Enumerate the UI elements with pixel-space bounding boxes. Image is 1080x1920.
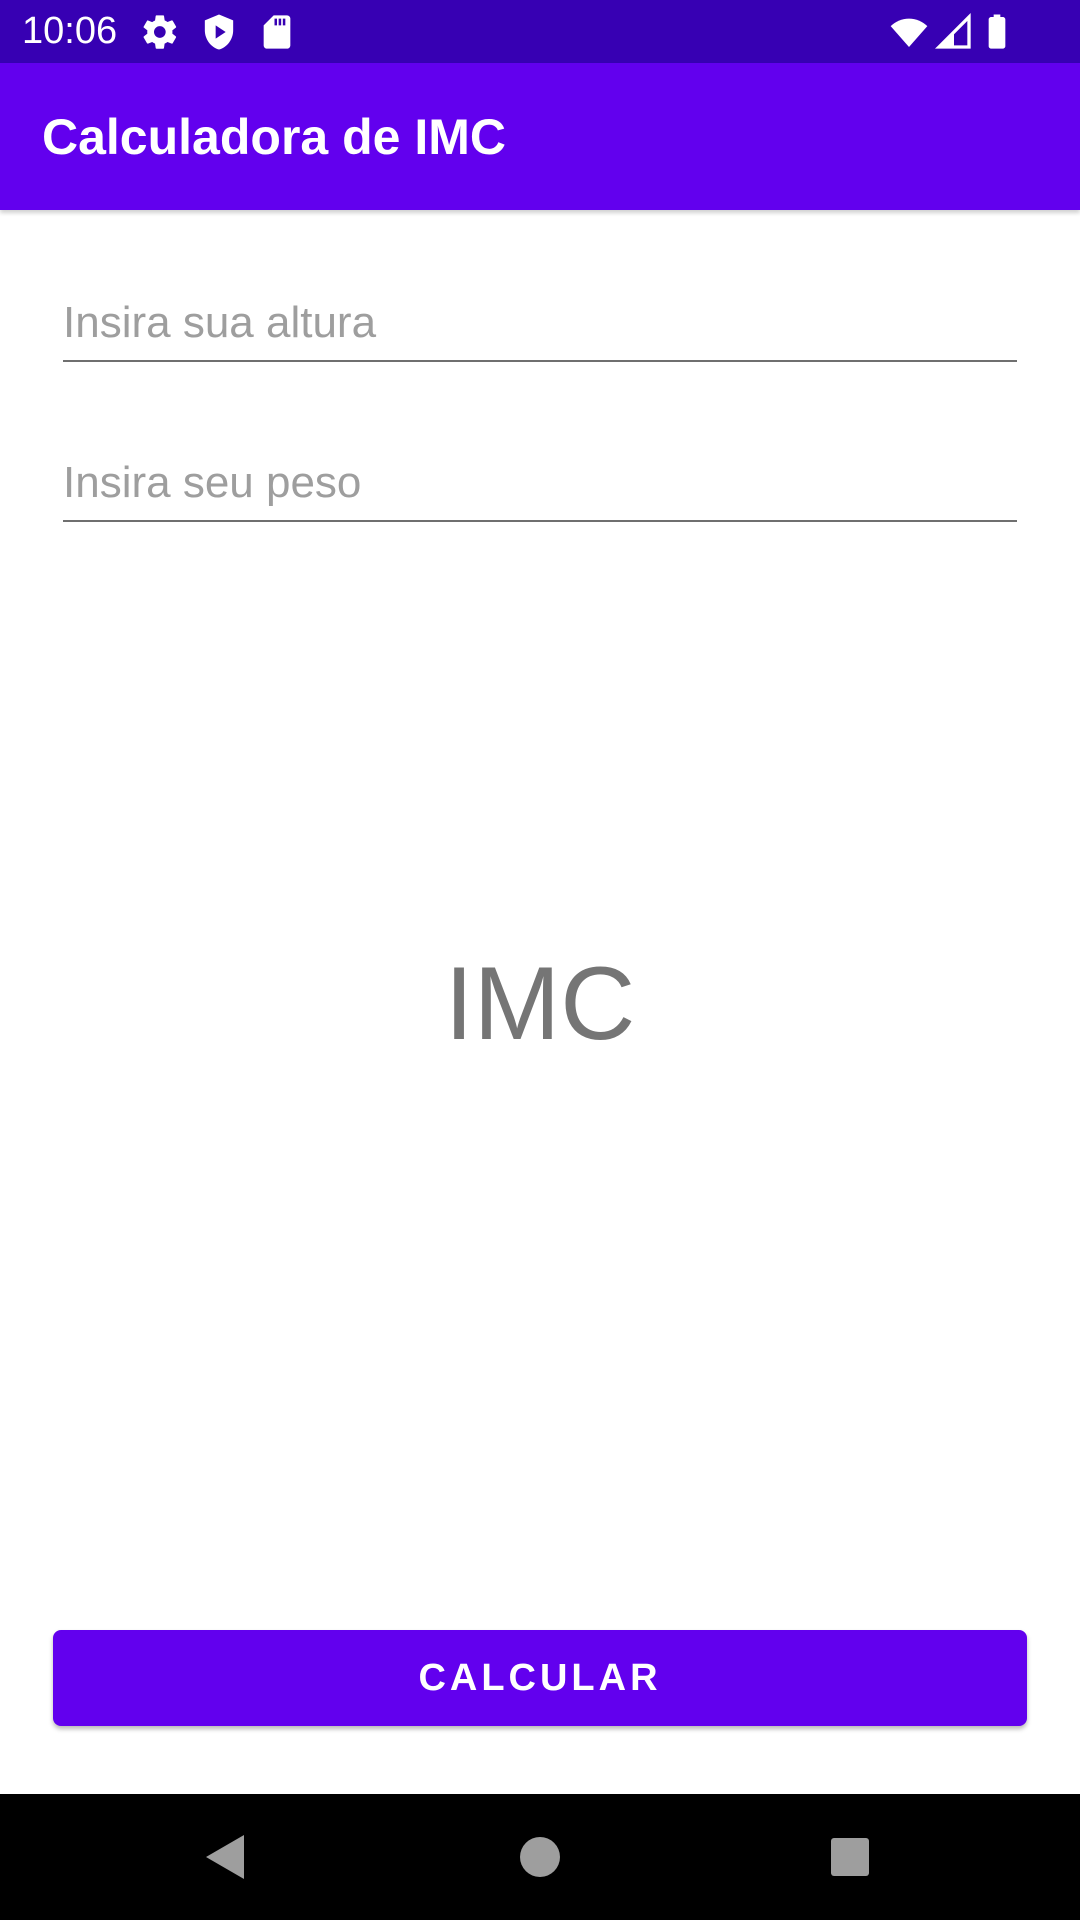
weight-field[interactable] (63, 436, 1017, 522)
screen: 10:06 Calculadora de IMC IMC CALC (0, 0, 1080, 1920)
app-bar: Calculadora de IMC (0, 63, 1080, 210)
sd-card-icon (257, 12, 297, 52)
home-icon[interactable] (510, 1827, 570, 1887)
app-title: Calculadora de IMC (42, 109, 506, 165)
imc-result-label: IMC (444, 946, 636, 1062)
navigation-bar (0, 1794, 1080, 1920)
calculate-button[interactable]: CALCULAR (53, 1630, 1027, 1726)
status-time: 10:06 (22, 10, 118, 52)
signal-icon (934, 12, 974, 52)
height-field[interactable] (63, 276, 1017, 362)
battery-icon (977, 12, 1017, 52)
status-bar: 10:06 (0, 0, 1080, 63)
gear-icon (140, 12, 180, 52)
weight-input[interactable] (63, 456, 1017, 510)
wifi-icon (889, 12, 929, 52)
height-input[interactable] (63, 296, 1017, 350)
recents-icon[interactable] (820, 1827, 880, 1887)
back-icon[interactable] (196, 1827, 256, 1887)
shield-play-icon (199, 12, 239, 52)
